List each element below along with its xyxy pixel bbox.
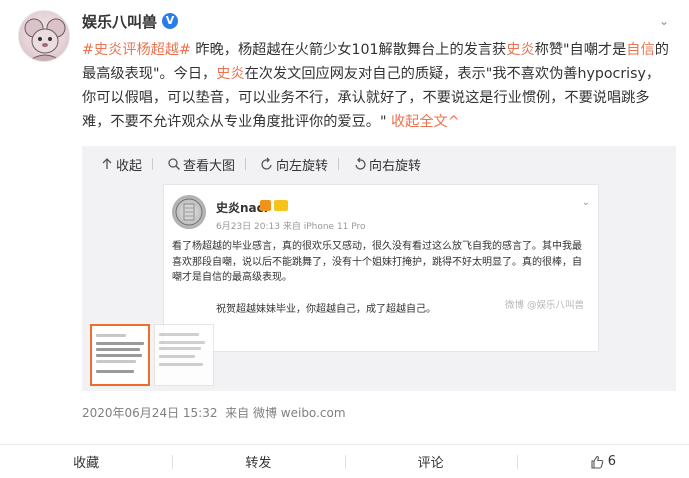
post-timestamp-link[interactable]: 2020年06月24日 15:32 <box>82 406 217 420</box>
favorite-label: 收藏 <box>73 456 100 471</box>
screenshot-watermark: 微博 @娱乐八叫兽 <box>504 300 584 311</box>
thumbnail-text-line <box>159 333 199 336</box>
mouse-avatar-icon <box>24 18 66 61</box>
action-bar: 收藏 转发 评论 6 <box>0 444 689 478</box>
thumbnail-text-line <box>96 360 136 363</box>
rotate-right-icon <box>355 157 366 170</box>
screenshot-image[interactable]: 史炎nacl 6月23日 20:13 来自 iPhone 11 Pro ⌄ 看了… <box>163 184 599 352</box>
image-thumbnail[interactable] <box>154 324 214 386</box>
screenshot-closing: 祝贺超越妹妹毕业，你超越自己，成了超越自己。 <box>216 304 436 315</box>
member-badge-icon <box>260 200 271 211</box>
topic-tag-link[interactable]: #史炎评杨超越# <box>82 42 191 58</box>
author-name[interactable]: 娱乐八叫兽 <box>82 11 157 32</box>
screenshot-meta: 6月23日 20:13 来自 iPhone 11 Pro <box>216 222 366 232</box>
arrow-up-icon <box>102 158 112 169</box>
thumbnail-text-line <box>96 370 134 373</box>
image-thumbnail-selected[interactable] <box>90 324 150 386</box>
screenshot-avatar <box>172 195 206 229</box>
post-footer: 2020年06月24日 15:32 来自 微博 weibo.com <box>82 404 346 421</box>
post-text: #史炎评杨超越# 昨晚，杨超越在火箭少女101解散舞台上的发言获史炎称赞"自嘲才… <box>82 38 672 134</box>
rotate-left-label: 向左旋转 <box>276 158 329 174</box>
image-toolbar: 收起 查看大图 向左旋转 向右旋转 <box>82 152 421 176</box>
fan-badge-icon <box>274 200 288 211</box>
like-count: 6 <box>607 454 617 469</box>
source-prefix: 来自 <box>225 406 250 420</box>
comment-button[interactable]: 评论 <box>344 445 517 478</box>
post-text-part: 称赞"自嘲才是 <box>534 42 627 58</box>
collapse-full-text-link[interactable]: 收起全文^ <box>391 114 460 130</box>
like-button[interactable]: 6 <box>516 445 689 478</box>
rotate-left-icon <box>261 157 272 170</box>
verified-icon: V <box>162 13 179 29</box>
coin-avatar-icon <box>175 198 203 226</box>
mention-link-shiyan-2[interactable]: 史炎 <box>216 66 244 82</box>
thumbs-up-icon <box>591 455 604 469</box>
view-large-label: 查看大图 <box>183 158 236 174</box>
screenshot-chevron-icon: ⌄ <box>581 197 590 208</box>
view-large-button[interactable]: 查看大图 <box>167 155 235 174</box>
thumbnail-text-line <box>159 355 195 358</box>
rotate-right-label: 向右旋转 <box>369 158 422 174</box>
thumbnail-text-line <box>159 347 201 350</box>
screenshot-body: 看了杨超越的毕业感言，真的很欢乐又感动，很久没有看过这么放飞自我的感言了。其中我… <box>172 241 582 283</box>
thumbnail-text-line <box>96 334 126 337</box>
thumbnail-text-line <box>159 363 203 366</box>
toolbar-divider <box>338 158 340 170</box>
author-row: 娱乐八叫兽 V <box>82 10 179 32</box>
collapse-label: 收起 <box>116 158 143 174</box>
weibo-post-card: 娱乐八叫兽 V ⌄ #史炎评杨超越# 昨晚，杨超越在火箭少女101解散舞台上的发… <box>0 0 689 478</box>
thumbnail-text-line <box>96 348 140 351</box>
collapse-image-button[interactable]: 收起 <box>100 155 142 174</box>
magnifier-icon <box>168 158 181 170</box>
repost-label: 转发 <box>245 456 272 471</box>
toolbar-divider <box>245 158 247 170</box>
favorite-button[interactable]: 收藏 <box>0 445 172 478</box>
more-options-chevron-icon[interactable]: ⌄ <box>655 14 673 28</box>
expanded-image-panel: 收起 查看大图 向左旋转 向右旋转 史炎nacl 6月23日 20:13 来自 … <box>82 146 676 391</box>
mention-link-shiyan[interactable]: 史炎 <box>506 42 534 58</box>
thumbnail-text-line <box>159 341 205 344</box>
comment-label: 评论 <box>417 456 444 471</box>
thumbnail-text-line <box>96 354 142 357</box>
keyword-link-zixin[interactable]: 自信 <box>626 42 654 58</box>
source-link[interactable]: 微博 weibo.com <box>253 406 346 420</box>
rotate-right-button[interactable]: 向右旋转 <box>353 155 421 174</box>
user-avatar[interactable] <box>18 10 70 62</box>
repost-button[interactable]: 转发 <box>172 445 344 478</box>
rotate-left-button[interactable]: 向左旋转 <box>260 155 328 174</box>
post-text-part: 昨晚，杨超越在火箭少女101解散舞台上的发言获 <box>190 42 507 58</box>
toolbar-divider <box>152 158 154 170</box>
thumbnail-text-line <box>96 342 144 345</box>
